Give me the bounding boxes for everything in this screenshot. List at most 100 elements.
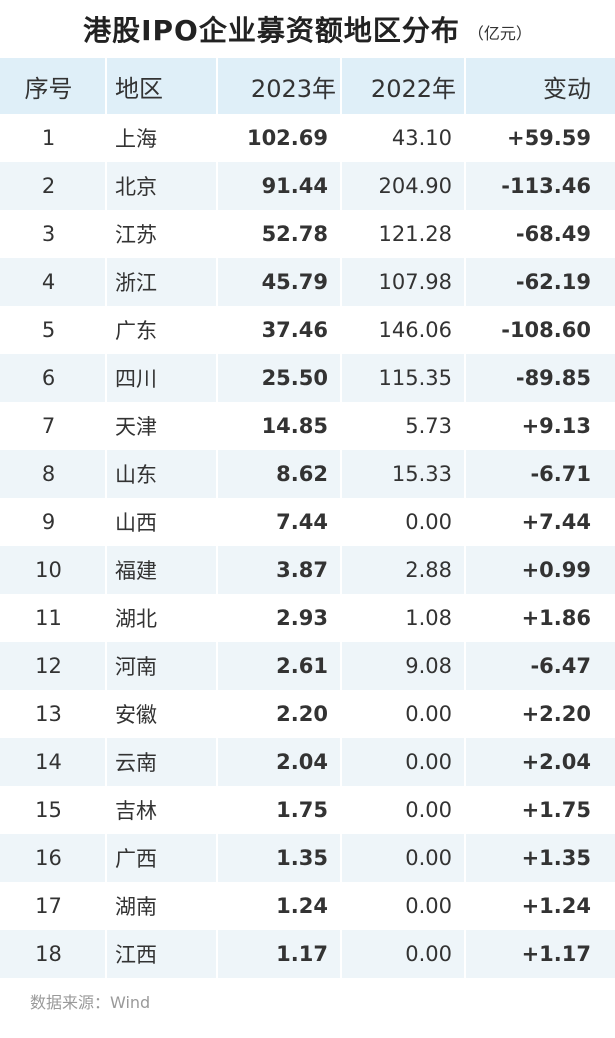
cell-change: -89.85	[515, 366, 591, 390]
header-index: 序号	[0, 58, 107, 114]
cell-change: +0.99	[521, 558, 591, 582]
cell-change: +59.59	[506, 126, 591, 150]
cell-index: 18	[0, 930, 107, 978]
chart-unit: （亿元）	[467, 24, 532, 43]
cell-change: +2.20	[521, 702, 591, 726]
cell-region: 山西	[107, 498, 218, 546]
cell-2022: 0.00	[342, 786, 466, 834]
cell-change: +1.86	[521, 606, 591, 630]
cell-region: 湖北	[107, 594, 218, 642]
cell-2022: 5.73	[342, 402, 466, 450]
cell-region: 浙江	[107, 258, 218, 306]
cell-change: +1.24	[521, 894, 591, 918]
cell-2022: 204.90	[342, 162, 466, 210]
table-row: 15 吉林 1.75 0.00 +1.75	[0, 786, 615, 834]
cell-2022: 9.08	[342, 642, 466, 690]
cell-2023: 2.04	[218, 738, 342, 786]
cell-2022: 43.10	[342, 114, 466, 162]
cell-2023: 2.20	[218, 690, 342, 738]
cell-change: +1.35	[521, 846, 591, 870]
cell-index: 16	[0, 834, 107, 882]
cell-index: 1	[0, 114, 107, 162]
cell-2022: 0.00	[342, 834, 466, 882]
cell-2023: 52.78	[218, 210, 342, 258]
header-2022: 2022年	[342, 58, 466, 114]
cell-region: 福建	[107, 546, 218, 594]
cell-2022: 146.06	[342, 306, 466, 354]
table-row: 8 山东 8.62 15.33 -6.71	[0, 450, 615, 498]
table-row: 9 山西 7.44 0.00 +7.44	[0, 498, 615, 546]
cell-index: 10	[0, 546, 107, 594]
cell-2023: 37.46	[218, 306, 342, 354]
cell-2023: 91.44	[218, 162, 342, 210]
cell-2022: 0.00	[342, 738, 466, 786]
cell-index: 17	[0, 882, 107, 930]
cell-region: 北京	[107, 162, 218, 210]
cell-index: 8	[0, 450, 107, 498]
cell-2023: 102.69	[218, 114, 342, 162]
cell-region: 吉林	[107, 786, 218, 834]
cell-index: 13	[0, 690, 107, 738]
table-row: 14 云南 2.04 0.00 +2.04	[0, 738, 615, 786]
cell-2022: 0.00	[342, 882, 466, 930]
cell-change: +9.13	[521, 414, 591, 438]
cell-2023: 2.61	[218, 642, 342, 690]
header-2023: 2023年	[218, 58, 342, 114]
cell-region: 河南	[107, 642, 218, 690]
cell-index: 4	[0, 258, 107, 306]
cell-2023: 1.24	[218, 882, 342, 930]
cell-change: +1.17	[521, 942, 591, 966]
table-row: 10 福建 3.87 2.88 +0.99	[0, 546, 615, 594]
cell-2023: 7.44	[218, 498, 342, 546]
table-row: 3 江苏 52.78 121.28 -68.49	[0, 210, 615, 258]
table-row: 13 安徽 2.20 0.00 +2.20	[0, 690, 615, 738]
cell-2022: 115.35	[342, 354, 466, 402]
cell-index: 5	[0, 306, 107, 354]
cell-change: -113.46	[501, 174, 591, 198]
cell-index: 6	[0, 354, 107, 402]
cell-2022: 121.28	[342, 210, 466, 258]
cell-region: 湖南	[107, 882, 218, 930]
cell-change: +2.04	[521, 750, 591, 774]
table-row: 17 湖南 1.24 0.00 +1.24	[0, 882, 615, 930]
cell-2023: 8.62	[218, 450, 342, 498]
cell-index: 3	[0, 210, 107, 258]
table-row: 4 浙江 45.79 107.98 -62.19	[0, 258, 615, 306]
cell-change: -6.47	[530, 654, 591, 678]
table-header: 序号 地区 2023年 2022年 变动	[0, 58, 615, 114]
cell-region: 广西	[107, 834, 218, 882]
table-row: 16 广西 1.35 0.00 +1.35	[0, 834, 615, 882]
cell-2023: 3.87	[218, 546, 342, 594]
table-row: 11 湖北 2.93 1.08 +1.86	[0, 594, 615, 642]
cell-region: 江苏	[107, 210, 218, 258]
cell-index: 11	[0, 594, 107, 642]
cell-index: 14	[0, 738, 107, 786]
cell-2022: 2.88	[342, 546, 466, 594]
table-row: 5 广东 37.46 146.06 -108.60	[0, 306, 615, 354]
table-row: 6 四川 25.50 115.35 -89.85	[0, 354, 615, 402]
data-table: 序号 地区 2023年 2022年 变动 1 上海 102.69 43.10 +59.5…	[0, 58, 615, 978]
table-row: 2 北京 91.44 204.90 -113.46	[0, 162, 615, 210]
cell-2022: 15.33	[342, 450, 466, 498]
cell-index: 2	[0, 162, 107, 210]
table-row: 7 天津 14.85 5.73 +9.13	[0, 402, 615, 450]
cell-index: 9	[0, 498, 107, 546]
cell-index: 15	[0, 786, 107, 834]
cell-2023: 1.35	[218, 834, 342, 882]
cell-2023: 14.85	[218, 402, 342, 450]
cell-2022: 0.00	[342, 498, 466, 546]
cell-2023: 1.75	[218, 786, 342, 834]
cell-region: 四川	[107, 354, 218, 402]
cell-region: 云南	[107, 738, 218, 786]
cell-change: -68.49	[515, 222, 591, 246]
cell-2022: 0.00	[342, 930, 466, 978]
chart-title: 港股IPO企业募资额地区分布	[83, 14, 460, 47]
cell-index: 7	[0, 402, 107, 450]
cell-region: 天津	[107, 402, 218, 450]
cell-2022: 1.08	[342, 594, 466, 642]
cell-2023: 45.79	[218, 258, 342, 306]
table-body: 1 上海 102.69 43.10 +59.59 2 北京 91.44 204.90 -113.4…	[0, 114, 615, 978]
header-region: 地区	[107, 58, 218, 114]
cell-region: 江西	[107, 930, 218, 978]
data-source-note: 数据来源：Wind	[30, 993, 151, 1012]
